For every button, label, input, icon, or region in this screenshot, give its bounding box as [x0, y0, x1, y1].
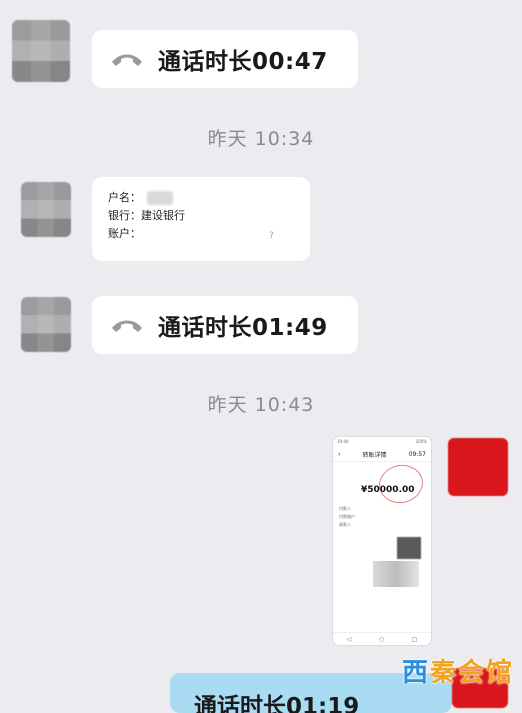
screenshot-status-bar: 19:40 100%	[333, 437, 431, 447]
mark-text: ?	[269, 231, 274, 241]
detail-line: 收款人	[339, 522, 351, 527]
screenshot-back-icon: ‹	[338, 450, 341, 458]
detail-line: 付款账户	[339, 514, 355, 519]
call-duration-text: 通话时长00:47	[158, 49, 328, 75]
watermark-text: 西	[401, 658, 430, 688]
redacted-block	[397, 537, 421, 559]
bank-label: 银行：建设银行	[108, 209, 185, 222]
screenshot-nav: ‹ 转账详情 09:57	[333, 447, 431, 462]
transfer-screenshot-image[interactable]: 19:40 100% ‹ 转账详情 09:57 ¥50000.00 付款人 付款…	[333, 437, 431, 645]
screenshot-status-time: 19:40	[337, 439, 349, 444]
site-watermark-logo: 西秦会馆	[402, 652, 514, 689]
bank-row: 银行：建设银行	[108, 207, 310, 225]
screenshot-nav-time: 09:57	[408, 450, 426, 458]
redacted-block	[373, 561, 419, 587]
screenshot-nav-icon: ○	[378, 635, 385, 643]
screenshot-detail-lines: 付款人 付款账户 收款人	[339, 505, 355, 529]
my-avatar[interactable]	[448, 438, 508, 496]
timestamp: 昨天 10:43	[207, 394, 315, 416]
phone-hangup-icon	[112, 54, 142, 66]
stamp-seal	[375, 460, 427, 508]
screenshot-bottom-bar: ◁ ○ □	[333, 632, 431, 645]
transfer-amount: ¥50000.00	[361, 485, 415, 495]
detail-line: 付款人	[339, 506, 351, 511]
phone-hangup-icon	[112, 320, 142, 332]
account-name-row: 户名：	[108, 189, 310, 207]
contact-avatar[interactable]	[21, 297, 71, 352]
screenshot-nav-icon: □	[411, 635, 418, 643]
call-duration-text: 通话时长01:19	[194, 694, 360, 713]
screenshot-status-battery: 100%	[415, 439, 427, 444]
screenshot-title: 转账详情	[362, 451, 387, 459]
contact-avatar[interactable]	[21, 182, 71, 237]
bank-info-bubble[interactable]: 户名： 银行：建设银行 账户： ?	[92, 177, 310, 261]
redacted-value	[147, 191, 173, 205]
contact-avatar[interactable]	[12, 20, 70, 82]
call-record-bubble[interactable]: 通话时长00:47	[92, 30, 358, 88]
call-record-bubble[interactable]: 通话时长01:49	[92, 296, 358, 354]
account-number-row: 账户：	[108, 225, 310, 243]
account-number-label: 账户：	[108, 227, 141, 240]
call-duration-text: 通话时长01:49	[158, 315, 328, 341]
watermark-text: 秦会馆	[429, 658, 514, 688]
timestamp: 昨天 10:34	[207, 128, 315, 150]
account-name-label: 户名：	[108, 191, 141, 204]
screenshot-nav-icon: ◁	[346, 635, 352, 643]
